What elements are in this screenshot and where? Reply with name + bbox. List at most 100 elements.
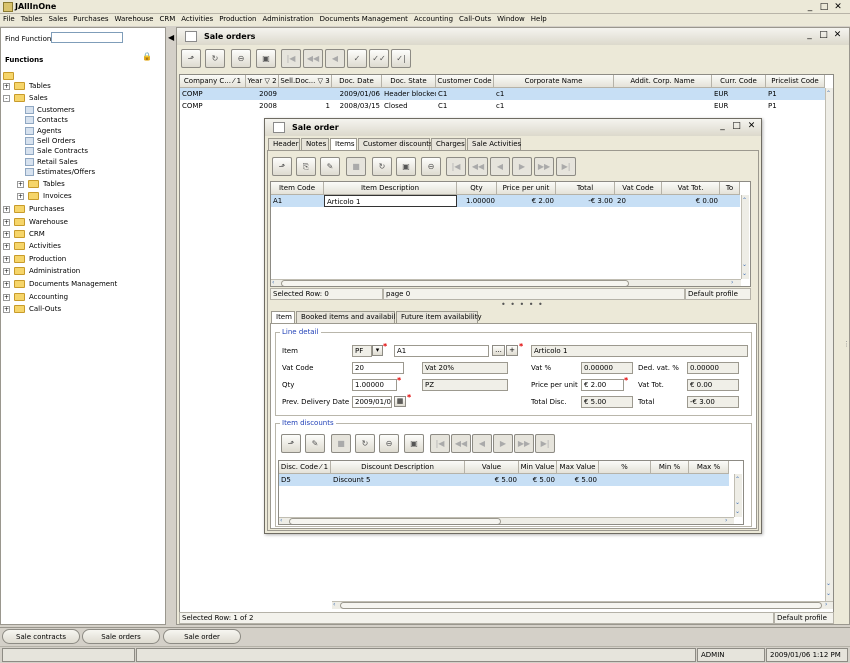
order-row-cell[interactable]: 1 bbox=[279, 100, 332, 112]
order-row-cell[interactable]: C1 bbox=[436, 88, 494, 100]
next-button[interactable]: ✓ bbox=[347, 49, 367, 68]
item-type-dropdown[interactable]: ▾ bbox=[372, 345, 383, 356]
column-header[interactable]: Vat Code bbox=[615, 182, 662, 195]
prev-button[interactable]: ◀ bbox=[325, 49, 345, 68]
find-function-input[interactable] bbox=[51, 32, 123, 43]
reload-button[interactable]: ↻ bbox=[205, 49, 225, 68]
discounts-vscroll[interactable]: ⌃ ⌄ ⌄ bbox=[734, 474, 742, 517]
first-button[interactable]: |◀ bbox=[446, 157, 466, 176]
menu-item-call-outs[interactable]: Call-Outs bbox=[456, 14, 494, 23]
tree-node-accounting[interactable]: + Accounting bbox=[3, 293, 68, 303]
order-row-cell[interactable]: 2009/01/06 bbox=[332, 88, 382, 100]
calendar-icon[interactable]: ▦ bbox=[394, 396, 406, 407]
insert-button[interactable]: ⬏ bbox=[281, 434, 301, 453]
menu-item-help[interactable]: Help bbox=[528, 14, 550, 23]
column-header[interactable]: Qty bbox=[457, 182, 497, 195]
filter-button[interactable]: ⊖ bbox=[231, 49, 251, 68]
menu-item-window[interactable]: Window bbox=[494, 14, 528, 23]
item-row-cell[interactable]: 1.00000 bbox=[457, 195, 497, 207]
tree-node-invoices[interactable]: + Invoices bbox=[17, 192, 72, 202]
order-row-cell[interactable]: 2008 bbox=[246, 100, 279, 112]
column-header[interactable]: Addit. Corp. Name bbox=[614, 75, 712, 88]
tree-node-call-outs[interactable]: + Call-Outs bbox=[3, 305, 61, 315]
close-button[interactable]: ✕ bbox=[746, 121, 757, 132]
collapse-arrow-icon[interactable]: ◀ bbox=[168, 33, 174, 42]
copy-button[interactable]: ⎘ bbox=[296, 157, 316, 176]
filter-button[interactable]: ⊖ bbox=[379, 434, 399, 453]
filter-button[interactable]: ⊖ bbox=[421, 157, 441, 176]
save-button[interactable]: ■ bbox=[346, 157, 366, 176]
close-button[interactable]: ✕ bbox=[832, 2, 844, 12]
column-header[interactable]: Sell.Doc... ▽ 3 bbox=[279, 75, 332, 88]
tree-node-sales[interactable]: - Sales bbox=[3, 94, 48, 104]
column-header[interactable]: Curr. Code bbox=[712, 75, 766, 88]
column-header[interactable]: Price per unit bbox=[497, 182, 556, 195]
orders-vscroll[interactable]: ⌃ ⌄ ⌄ bbox=[825, 88, 833, 601]
order-row-cell[interactable]: 2008/03/15 bbox=[332, 100, 382, 112]
export-button[interactable]: ▣ bbox=[256, 49, 276, 68]
maximize-button[interactable]: □ bbox=[818, 30, 829, 41]
expand-icon[interactable]: + bbox=[3, 218, 10, 226]
insert-button[interactable]: ⬏ bbox=[272, 157, 292, 176]
item-row-cell[interactable]: € 2.00 bbox=[497, 195, 556, 207]
menu-item-production[interactable]: Production bbox=[216, 14, 259, 23]
discount-row-cell[interactable] bbox=[689, 474, 729, 486]
export-button[interactable]: ▣ bbox=[396, 157, 416, 176]
column-header[interactable]: Item Description bbox=[324, 182, 457, 195]
subtab-future-item-availability[interactable]: Future item availability bbox=[396, 311, 482, 323]
qty-input[interactable]: 1.00000 bbox=[352, 379, 397, 391]
column-header[interactable]: Company C... ⁄ 1 bbox=[180, 75, 246, 88]
item-row-cell[interactable]: € 0.00 bbox=[662, 195, 720, 207]
menu-item-crm[interactable]: CRM bbox=[156, 14, 178, 23]
order-row-cell[interactable] bbox=[279, 88, 332, 100]
discount-row-cell[interactable] bbox=[651, 474, 689, 486]
discount-row-cell[interactable]: D5 bbox=[279, 474, 331, 486]
expand-icon[interactable]: + bbox=[17, 192, 24, 200]
item-row-cell[interactable]: Articolo 1 bbox=[324, 195, 457, 207]
tree-node-purchases[interactable]: + Purchases bbox=[3, 205, 64, 215]
tree-node-retail-sales[interactable]: Retail Sales bbox=[25, 158, 78, 168]
item-row-cell[interactable]: -€ 3.00 bbox=[556, 195, 615, 207]
tree-node-documents-management[interactable]: + Documents Management bbox=[3, 280, 117, 290]
column-header[interactable]: Year ▽ 2 bbox=[246, 75, 279, 88]
maximize-button[interactable]: □ bbox=[731, 121, 742, 132]
expand-icon[interactable]: + bbox=[3, 82, 10, 90]
menu-item-accounting[interactable]: Accounting bbox=[411, 14, 456, 23]
order-row-cell[interactable]: Header blocked bbox=[382, 88, 436, 100]
column-header[interactable]: Total bbox=[556, 182, 615, 195]
price-input[interactable]: € 2.00 bbox=[581, 379, 624, 391]
tree-node-agents[interactable]: Agents bbox=[25, 127, 61, 137]
reload-button[interactable]: ↻ bbox=[355, 434, 375, 453]
menu-item-file[interactable]: File bbox=[0, 14, 18, 23]
reload-button[interactable]: ↻ bbox=[372, 157, 392, 176]
item-type-field[interactable]: PF bbox=[352, 345, 372, 357]
lock-icon[interactable]: 🔒 bbox=[142, 52, 152, 62]
order-row-cell[interactable]: EUR bbox=[712, 100, 766, 112]
items-vscroll[interactable]: ⌃ ⌄ ⌄ bbox=[741, 195, 749, 279]
tab-header[interactable]: Header bbox=[268, 138, 300, 150]
discount-row-cell[interactable] bbox=[599, 474, 651, 486]
column-header[interactable]: Value bbox=[465, 461, 519, 474]
item-row-cell[interactable]: A1 bbox=[271, 195, 324, 207]
discounts-hscroll[interactable]: ‹ › bbox=[279, 517, 734, 524]
tree-node-contacts[interactable]: Contacts bbox=[25, 116, 68, 126]
menu-item-warehouse[interactable]: Warehouse bbox=[112, 14, 157, 23]
prev-button[interactable]: ◀ bbox=[490, 157, 510, 176]
column-header[interactable]: Min Value bbox=[519, 461, 557, 474]
items-hscroll[interactable]: ‹ › bbox=[271, 279, 741, 286]
order-row-cell[interactable]: COMP bbox=[180, 100, 246, 112]
column-header[interactable]: Max Value bbox=[557, 461, 599, 474]
order-row-cell[interactable] bbox=[614, 100, 712, 112]
expand-icon[interactable]: + bbox=[3, 267, 10, 275]
menu-item-activities[interactable]: Activities bbox=[178, 14, 216, 23]
taskbar-sale-contracts[interactable]: Sale contracts bbox=[2, 629, 80, 644]
next-page-button[interactable]: ✓✓ bbox=[369, 49, 389, 68]
tab-charges[interactable]: Charges bbox=[431, 138, 466, 150]
last-button[interactable]: ▶| bbox=[535, 434, 555, 453]
splitter[interactable]: ◀ bbox=[166, 27, 176, 625]
delivery-date-input[interactable]: 2009/01/06 bbox=[352, 396, 392, 408]
column-header[interactable]: Disc. Code ⁄ 1 bbox=[279, 461, 331, 474]
tree-node-estimates-offers[interactable]: Estimates/Offers bbox=[25, 168, 95, 178]
order-row-cell[interactable]: 2009 bbox=[246, 88, 279, 100]
menu-item-purchases[interactable]: Purchases bbox=[70, 14, 111, 23]
